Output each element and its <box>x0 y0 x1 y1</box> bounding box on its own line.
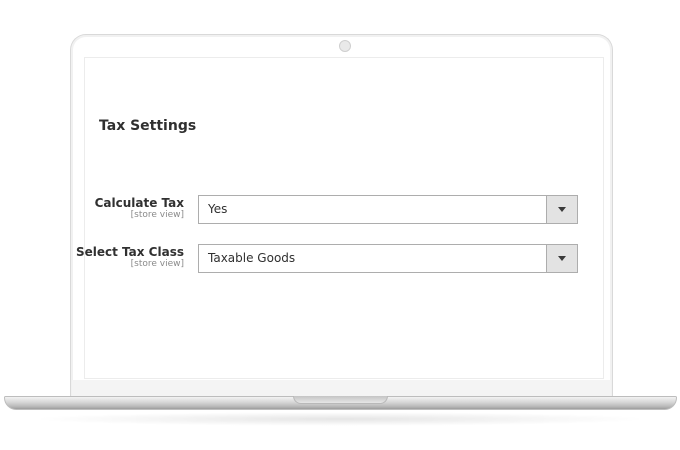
laptop-mockup: Tax Settings Calculate Tax [store view] … <box>0 0 680 450</box>
tax-class-select[interactable]: Taxable Goods <box>198 244 578 273</box>
section-title: Tax Settings <box>99 118 197 134</box>
laptop-notch <box>293 396 388 404</box>
chevron-down-icon <box>558 207 566 212</box>
calculate-tax-label-text: Calculate Tax <box>94 196 184 210</box>
tax-class-value: Taxable Goods <box>208 251 296 265</box>
camera-icon <box>339 40 351 52</box>
calculate-tax-scope: [store view] <box>130 210 184 220</box>
chevron-down-icon <box>558 256 566 261</box>
calculate-tax-label: Calculate Tax [store view] <box>44 196 184 221</box>
calculate-tax-dropdown-button[interactable] <box>546 196 577 223</box>
tax-class-label-text: Select Tax Class <box>75 245 184 259</box>
calculate-tax-select[interactable]: Yes <box>198 195 578 224</box>
tax-class-label: Select Tax Class [store view] <box>44 245 184 270</box>
laptop-shadow <box>30 412 650 426</box>
tax-class-scope: [store view] <box>130 259 184 269</box>
tax-class-dropdown-button[interactable] <box>546 245 577 272</box>
calculate-tax-value: Yes <box>208 202 228 216</box>
laptop-bezel-bottom <box>72 380 611 396</box>
